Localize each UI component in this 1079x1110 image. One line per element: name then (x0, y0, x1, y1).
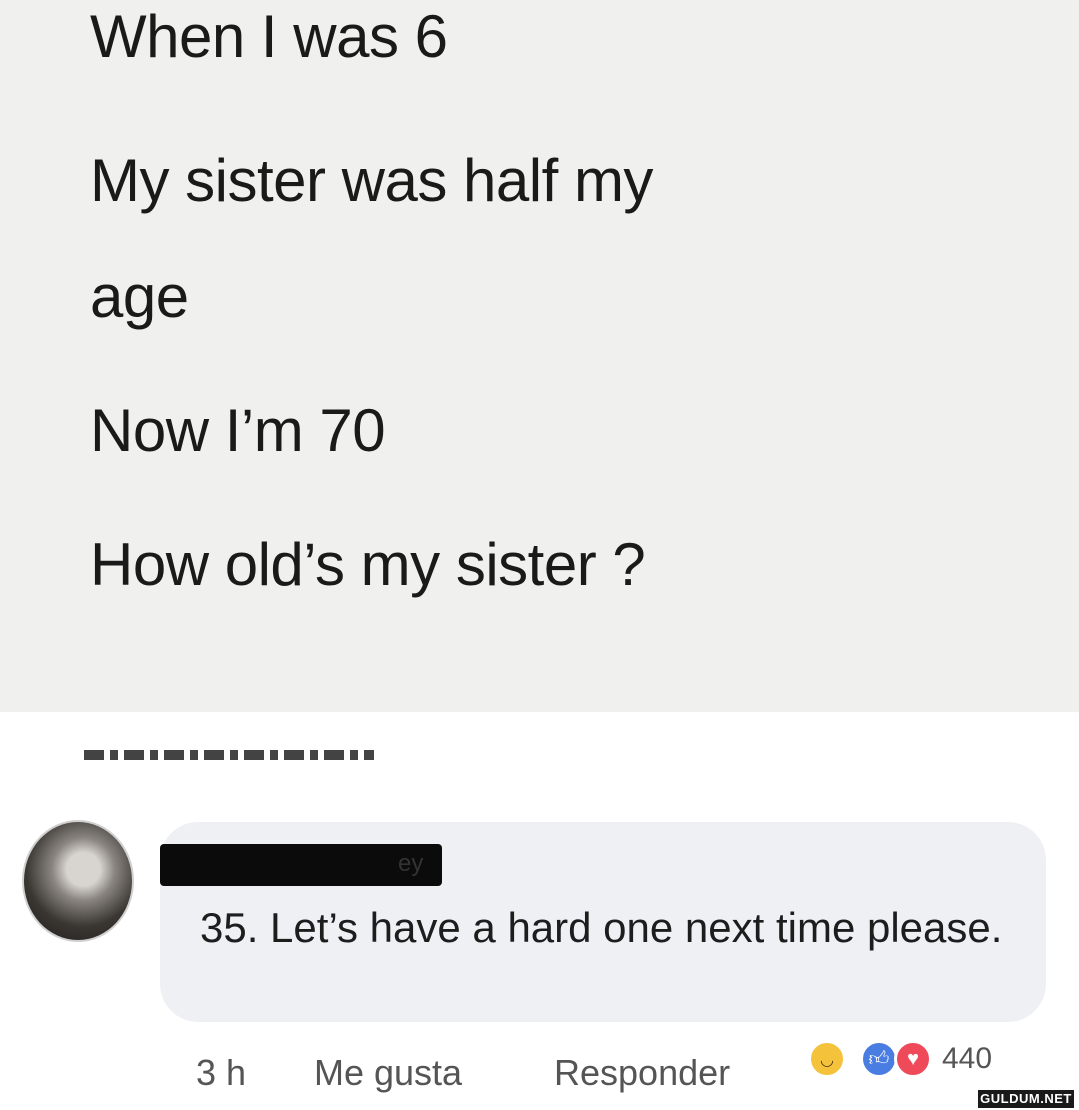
post-line-4: Now I’m 70 (90, 397, 386, 464)
post-line-5: How old’s my sister ? (90, 531, 646, 598)
haha-icon: ◡ (808, 1040, 846, 1078)
reaction-count: 440 (942, 1042, 993, 1075)
author-name-fragment[interactable]: ey (398, 850, 423, 878)
post-image: When I was 6 My sister was half my age N… (0, 0, 1079, 712)
avatar[interactable] (22, 820, 134, 942)
love-icon: ♥ (894, 1040, 932, 1078)
comment-text: 35. Let’s have a hard one next time plea… (200, 904, 1003, 951)
cropped-text-fragment (84, 750, 374, 760)
reactions-summary[interactable]: ◡ 👍︎ ♥ 440 (808, 1036, 1048, 1086)
post-line-2: My sister was half my (90, 147, 653, 214)
comment-timestamp[interactable]: 3 h (196, 1052, 246, 1094)
watermark-logo: GULDUM.NET (978, 1090, 1074, 1108)
like-icon: 👍︎ (860, 1040, 898, 1078)
post-line-1: When I was 6 (90, 3, 448, 70)
reply-button[interactable]: Responder (554, 1052, 730, 1094)
like-button[interactable]: Me gusta (314, 1052, 462, 1094)
post-line-3: age (90, 263, 189, 330)
